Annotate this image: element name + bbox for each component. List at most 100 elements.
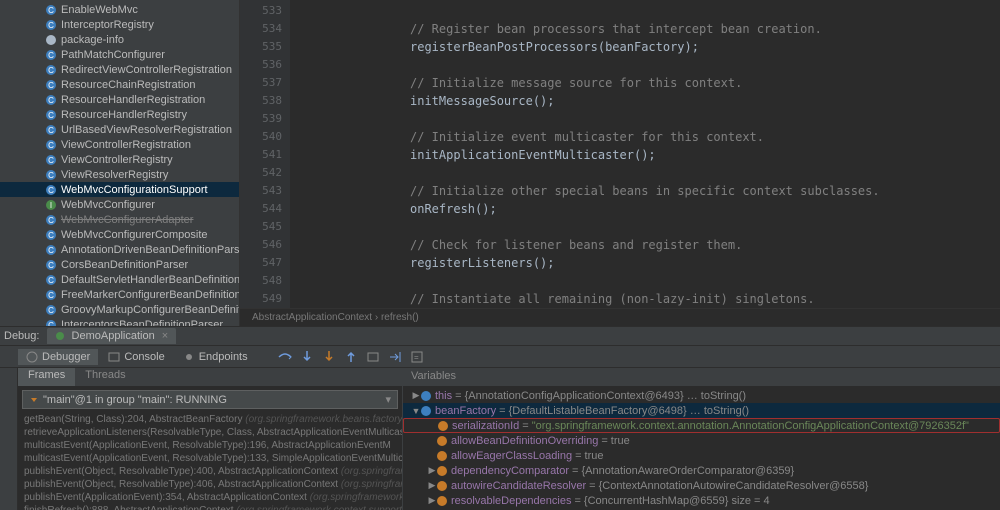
code-line[interactable] <box>410 56 1000 74</box>
code-line[interactable]: initMessageSource(); <box>410 92 1000 110</box>
sub-tab-frames[interactable]: Frames <box>18 368 75 386</box>
debug-tool-window-header[interactable]: Debug: DemoApplication × <box>0 326 1000 346</box>
svg-text:C: C <box>48 156 54 165</box>
stack-frame[interactable]: getBean(String, Class):204, AbstractBean… <box>18 413 402 426</box>
tree-item[interactable]: CResourceChainRegistration <box>0 77 239 92</box>
code-line[interactable]: registerListeners(); <box>410 254 1000 272</box>
line-gutter: 5335345355365375385395405415425435445455… <box>240 0 290 308</box>
tree-item[interactable]: C InterceptorRegistry <box>0 17 239 32</box>
code-line[interactable]: // Check for listener beans and register… <box>410 236 1000 254</box>
line-number: 547 <box>240 254 282 272</box>
svg-text:C: C <box>48 276 54 285</box>
debug-run-config-tab[interactable]: DemoApplication × <box>47 328 176 344</box>
stack-frame[interactable]: publishEvent(Object, ResolvableType):400… <box>18 465 402 478</box>
tree-item-label: ViewResolverRegistry <box>61 169 168 181</box>
tree-item[interactable]: CCorsBeanDefinitionParser <box>0 257 239 272</box>
line-number: 540 <box>240 128 282 146</box>
variable-row[interactable]: ▶this= {AnnotationConfigApplicationConte… <box>403 388 1000 403</box>
svg-text:C: C <box>48 231 54 240</box>
line-number: 545 <box>240 218 282 236</box>
stack-frame[interactable]: publishEvent(ApplicationEvent):354, Abst… <box>18 491 402 504</box>
variables-list[interactable]: ▶this= {AnnotationConfigApplicationConte… <box>403 386 1000 510</box>
frames-list[interactable]: getBean(String, Class):204, AbstractBean… <box>18 413 402 510</box>
code-line[interactable] <box>410 164 1000 182</box>
code-line[interactable]: // Initialize event multicaster for this… <box>410 128 1000 146</box>
line-number: 538 <box>240 92 282 110</box>
tree-item[interactable]: CViewControllerRegistry <box>0 152 239 167</box>
code-line[interactable] <box>410 218 1000 236</box>
line-number: 536 <box>240 56 282 74</box>
variable-row[interactable]: ▶autowireCandidateResolver= {ContextAnno… <box>403 478 1000 493</box>
variable-row[interactable]: allowBeanDefinitionOverriding= true <box>403 433 1000 448</box>
step-out-icon[interactable] <box>344 350 358 364</box>
line-number: 537 <box>240 74 282 92</box>
tree-item[interactable]: IWebMvcConfigurer <box>0 197 239 212</box>
run-to-cursor-icon[interactable] <box>388 350 402 364</box>
code-area[interactable]: // Register bean processors that interce… <box>290 0 1000 308</box>
tree-item[interactable]: CResourceHandlerRegistration <box>0 92 239 107</box>
tab-debugger[interactable]: Debugger <box>18 349 98 365</box>
tree-item[interactable]: CWebMvcConfigurationSupport <box>0 182 239 197</box>
class-icon: C <box>45 289 57 301</box>
tree-item-label: ResourceHandlerRegistry <box>61 109 187 121</box>
tree-item[interactable]: CAnnotationDrivenBeanDefinitionParser <box>0 242 239 257</box>
code-line[interactable]: // Initialize other special beans in spe… <box>410 182 1000 200</box>
code-editor[interactable]: 5335345355365375385395405415425435445455… <box>240 0 1000 326</box>
variable-row[interactable]: serializationId= "org.springframework.co… <box>403 418 1000 433</box>
tree-item[interactable]: C ViewResolverRegistry <box>0 167 239 182</box>
stack-frame[interactable]: finishRefresh():888, AbstractApplication… <box>18 504 402 510</box>
code-line[interactable]: // Register bean processors that interce… <box>410 20 1000 38</box>
stack-frame[interactable]: multicastEvent(ApplicationEvent, Resolva… <box>18 452 402 465</box>
tree-item[interactable]: CWebMvcConfigurerComposite <box>0 227 239 242</box>
code-line[interactable] <box>410 2 1000 20</box>
tree-item-label: InterceptorRegistry <box>61 19 154 31</box>
force-step-into-icon[interactable] <box>322 350 336 364</box>
debug-side-toolbar[interactable] <box>0 368 18 510</box>
sub-tab-threads[interactable]: Threads <box>75 368 135 386</box>
class-icon: C <box>45 139 57 151</box>
thread-selector[interactable]: "main"@1 in group "main": RUNNING ▾ <box>22 390 398 409</box>
tree-item[interactable]: CInterceptorsBeanDefinitionParser <box>0 317 239 326</box>
tree-item[interactable]: CRedirectViewControllerRegistration <box>0 62 239 77</box>
code-line[interactable]: initApplicationEventMulticaster(); <box>410 146 1000 164</box>
code-line[interactable] <box>410 272 1000 290</box>
tree-item[interactable]: CGroovyMarkupConfigurerBeanDefinitionPar… <box>0 302 239 317</box>
tree-item[interactable]: package-info <box>0 32 239 47</box>
code-line[interactable] <box>410 110 1000 128</box>
tree-item-label: RedirectViewControllerRegistration <box>61 64 232 76</box>
tree-item[interactable]: CEnableWebMvc <box>0 2 239 17</box>
variable-row[interactable]: ▶dependencyComparator= {AnnotationAwareO… <box>403 463 1000 478</box>
code-line[interactable]: // Initialize message source for this co… <box>410 74 1000 92</box>
line-number: 549 <box>240 290 282 308</box>
tree-item[interactable]: CDefaultServletHandlerBeanDefinitionPars… <box>0 272 239 287</box>
step-into-icon[interactable] <box>300 350 314 364</box>
project-tree[interactable]: CEnableWebMvc C InterceptorRegistrypackage… <box>0 0 240 326</box>
tree-item[interactable]: CViewControllerRegistration <box>0 137 239 152</box>
class-icon: C <box>45 169 57 181</box>
tab-endpoints[interactable]: Endpoints <box>175 349 256 365</box>
stack-frame[interactable]: multicastEvent(ApplicationEvent, Resolva… <box>18 439 402 452</box>
stack-frame[interactable]: publishEvent(Object, ResolvableType):406… <box>18 478 402 491</box>
svg-text:C: C <box>48 246 54 255</box>
step-over-icon[interactable] <box>278 350 292 364</box>
variable-row[interactable]: ▶resolvableDependencies= {ConcurrentHash… <box>403 493 1000 508</box>
variable-row[interactable]: ▼beanFactory= {DefaultListableBeanFactor… <box>403 403 1000 418</box>
class-icon: C <box>45 19 57 31</box>
tree-item[interactable]: CResourceHandlerRegistry <box>0 107 239 122</box>
file-icon <box>45 34 57 46</box>
evaluate-icon[interactable]: = <box>410 350 424 364</box>
tab-console[interactable]: Console <box>100 349 172 365</box>
tree-item[interactable]: CUrlBasedViewResolverRegistration <box>0 122 239 137</box>
tree-item[interactable]: CFreeMarkerConfigurerBeanDefinitionParse… <box>0 287 239 302</box>
variable-row[interactable]: allowEagerClassLoading= true <box>403 448 1000 463</box>
code-line[interactable]: onRefresh(); <box>410 200 1000 218</box>
code-line[interactable]: // Instantiate all remaining (non-lazy-i… <box>410 290 1000 308</box>
stack-frame[interactable]: retrieveApplicationListeners(ResolvableT… <box>18 426 402 439</box>
drop-frame-icon[interactable] <box>366 350 380 364</box>
editor-breadcrumb[interactable]: AbstractApplicationContext › refresh() <box>240 308 1000 326</box>
tree-item[interactable]: CWebMvcConfigurerAdapter <box>0 212 239 227</box>
variables-header: Variables <box>403 368 1000 386</box>
code-line[interactable]: registerBeanPostProcessors(beanFactory); <box>410 38 1000 56</box>
tree-item[interactable]: CPathMatchConfigurer <box>0 47 239 62</box>
class-icon: C <box>45 274 57 286</box>
